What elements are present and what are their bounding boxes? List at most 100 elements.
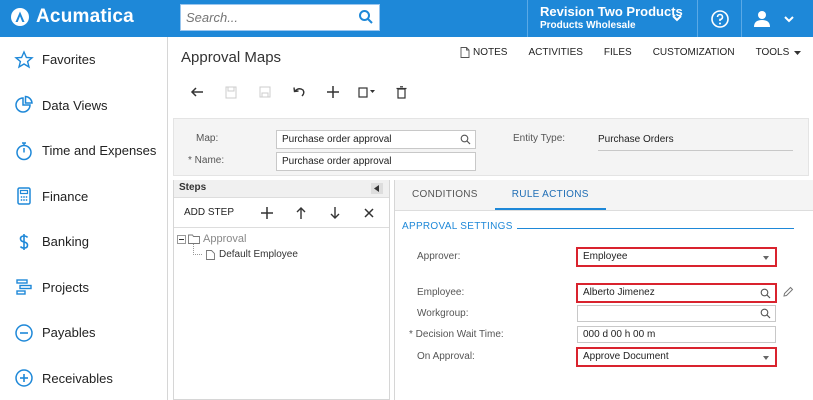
caret-left-icon xyxy=(374,185,379,192)
steps-toolbar: ADD STEP xyxy=(174,198,389,228)
search-icon[interactable] xyxy=(460,134,471,145)
add-rule-button[interactable] xyxy=(250,206,284,219)
move-down-button[interactable] xyxy=(318,206,352,219)
tree-node-label: Default Employee xyxy=(219,249,298,260)
map-field[interactable]: Purchase order approval xyxy=(276,130,476,149)
back-button[interactable] xyxy=(180,82,214,102)
tab-rule-actions[interactable]: RULE ACTIONS xyxy=(494,180,606,210)
save-close-icon xyxy=(225,86,237,98)
map-label: Map: xyxy=(196,133,219,144)
name-value: Purchase order approval xyxy=(282,156,392,167)
tab-bar: CONDITIONS RULE ACTIONS xyxy=(395,180,813,211)
sidebar-item-finance[interactable]: Finance xyxy=(0,174,167,220)
page-title: Approval Maps xyxy=(181,49,282,66)
approval-settings-title: APPROVAL SETTINGS xyxy=(402,221,513,232)
logo[interactable]: Acumatica xyxy=(10,6,134,28)
search-icon[interactable] xyxy=(760,288,771,299)
search-icon[interactable] xyxy=(760,308,771,319)
approver-value: Employee xyxy=(583,251,628,262)
workgroup-label: Workgroup: xyxy=(417,308,469,319)
trash-icon xyxy=(396,85,406,99)
employee-field[interactable]: Alberto Jimenez xyxy=(576,283,777,303)
tools-menu[interactable]: TOOLS xyxy=(756,47,803,58)
delete-button[interactable] xyxy=(384,82,418,102)
approver-select[interactable]: Employee xyxy=(576,247,777,267)
employee-value: Alberto Jimenez xyxy=(583,287,655,298)
save-button[interactable] xyxy=(248,82,282,102)
caret-down-icon xyxy=(763,356,769,360)
dollar-icon xyxy=(19,233,29,250)
pie-chart-icon xyxy=(15,95,33,113)
calculator-icon xyxy=(17,187,31,205)
name-field[interactable]: Purchase order approval xyxy=(276,152,476,171)
move-up-button[interactable] xyxy=(284,206,318,219)
decision-wait-time-label: * Decision Wait Time: xyxy=(409,329,504,340)
tree-node-default-employee[interactable]: Default Employee xyxy=(206,249,298,260)
sidebar-item-label: Receivables xyxy=(42,370,113,386)
sidebar-item-label: Finance xyxy=(42,188,89,204)
close-icon xyxy=(364,207,374,218)
tree-node-label: Approval xyxy=(203,233,247,245)
star-icon xyxy=(14,49,34,69)
employee-label: Employee: xyxy=(417,287,465,298)
undo-button[interactable] xyxy=(282,82,316,102)
sidebar-item-banking[interactable]: Banking xyxy=(0,219,167,265)
sidebar-item-label: Data Views xyxy=(42,97,108,113)
form-header: Map: Purchase order approval * Name: Pur… xyxy=(173,118,809,176)
pencil-icon[interactable] xyxy=(783,286,794,297)
customization-link[interactable]: CUSTOMIZATION xyxy=(653,47,735,58)
sidebar-item-projects[interactable]: Projects xyxy=(0,265,167,311)
help-icon xyxy=(710,9,729,28)
top-bar: Acumatica Revision Two Products Products… xyxy=(0,0,813,37)
sidebar-item-payables[interactable]: Payables xyxy=(0,310,167,356)
tenant-selector[interactable]: Revision Two Products Products Wholesale xyxy=(527,0,697,37)
delete-step-button[interactable] xyxy=(352,207,386,218)
activities-link[interactable]: ACTIVITIES xyxy=(528,47,582,58)
help-button[interactable] xyxy=(697,0,741,37)
chevron-down-icon xyxy=(672,15,682,22)
add-step-button[interactable]: ADD STEP xyxy=(184,207,234,218)
user-icon xyxy=(754,10,770,27)
name-label: * Name: xyxy=(188,155,225,166)
map-value: Purchase order approval xyxy=(282,134,392,145)
add-button[interactable] xyxy=(316,82,350,102)
tree-node-approval[interactable]: Approval xyxy=(177,233,246,245)
workgroup-field[interactable] xyxy=(577,305,776,322)
collapse-panel-button[interactable] xyxy=(371,183,383,194)
tab-conditions[interactable]: CONDITIONS xyxy=(395,180,495,210)
copy-paste-button[interactable] xyxy=(350,82,384,102)
search-input[interactable] xyxy=(181,5,351,30)
main-toolbar xyxy=(180,82,418,102)
notes-link[interactable]: NOTES xyxy=(460,47,507,58)
save-and-close-button[interactable] xyxy=(214,82,248,102)
decision-wait-time-field[interactable]: 000 d 00 h 00 m xyxy=(577,326,776,343)
sidebar-item-label: Time and Expenses xyxy=(42,143,157,159)
sidebar-item-data-views[interactable]: Data Views xyxy=(0,83,167,129)
plus-circle-icon xyxy=(15,369,33,387)
sidebar-item-label: Banking xyxy=(42,234,89,250)
arrow-down-icon xyxy=(330,206,340,219)
approver-label: Approver: xyxy=(417,251,461,262)
entity-type-value: Purchase Orders xyxy=(598,134,793,151)
collapse-toggle-icon[interactable] xyxy=(177,234,186,244)
undo-icon xyxy=(293,87,305,97)
tools-label: TOOLS xyxy=(755,47,790,58)
sidebar-item-time-and-expenses[interactable]: Time and Expenses xyxy=(0,128,167,174)
minus-circle-icon xyxy=(15,324,33,342)
user-menu[interactable] xyxy=(741,0,813,37)
acumatica-logo-icon xyxy=(11,8,29,26)
notes-label: NOTES xyxy=(473,47,508,58)
top-links: NOTES ACTIVITIES FILES CUSTOMIZATION TOO… xyxy=(460,47,802,58)
on-approval-select[interactable]: Approve Document xyxy=(576,347,777,367)
chevron-down-icon xyxy=(784,15,794,22)
decision-wait-time-value: 000 d 00 h 00 m xyxy=(583,329,656,340)
document-icon xyxy=(206,249,215,260)
sidebar-item-favorites[interactable]: Favorites xyxy=(0,37,167,83)
search-box[interactable] xyxy=(180,4,380,31)
search-icon[interactable] xyxy=(358,9,374,25)
files-link[interactable]: FILES xyxy=(604,47,632,58)
steps-panel: Steps ADD STEP Approval Default Employee xyxy=(173,180,390,400)
entity-type-label: Entity Type: xyxy=(513,133,566,144)
sidebar-item-receivables[interactable]: Receivables xyxy=(0,356,167,400)
sidebar: Favorites Data Views Time and Expenses F… xyxy=(0,37,168,400)
